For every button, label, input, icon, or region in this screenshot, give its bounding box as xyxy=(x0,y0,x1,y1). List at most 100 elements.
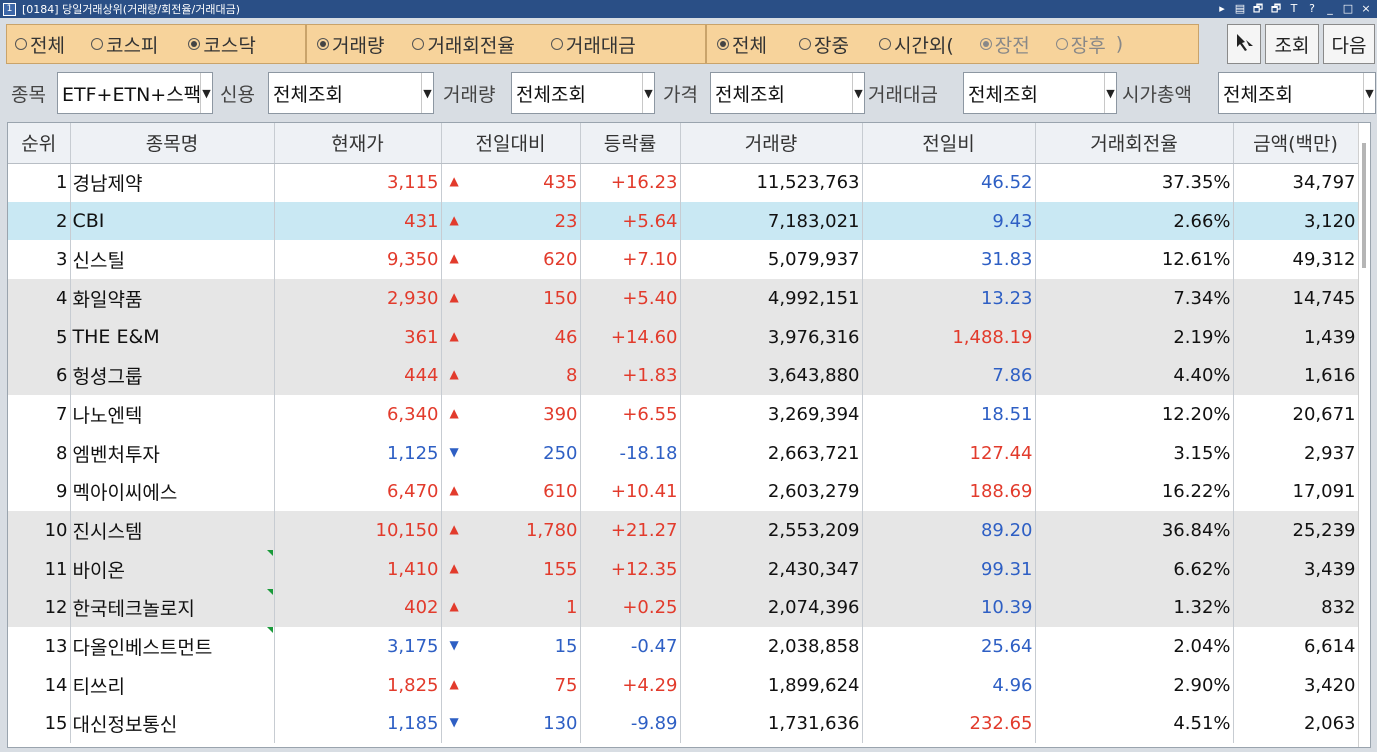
font-icon[interactable]: T xyxy=(1287,1,1301,16)
marketcap-filter-select[interactable]: 전체조회 ▼ xyxy=(1218,72,1376,114)
minimize-icon[interactable]: _ xyxy=(1323,1,1337,16)
close-icon[interactable]: × xyxy=(1359,1,1373,16)
cell-name[interactable]: 헝셩그룹 xyxy=(70,356,275,396)
col-header-turnover[interactable]: 거래회전율 xyxy=(1035,123,1234,164)
radio-market-kosdaq[interactable]: 코스닥 xyxy=(188,31,256,58)
table-row[interactable]: 2 CBI 431 ▲ 23 +5.64 7,183,021 9.43 2.66% 3,120 xyxy=(8,201,1359,241)
cell-rank: 1 xyxy=(8,163,71,202)
amount-filter-label: 거래대금 xyxy=(868,84,938,106)
cell-rank: 11 xyxy=(8,549,71,589)
cell-name[interactable]: 티쓰리 xyxy=(70,665,275,705)
cell-prev-ratio: 13.23 xyxy=(862,279,1036,318)
radio-session-pre[interactable]: 장전 xyxy=(979,31,1030,58)
cell-name[interactable]: 화일약품 xyxy=(70,279,275,318)
amount-filter-select[interactable]: 전체조회 ▼ xyxy=(963,72,1117,114)
radio-sort-amount[interactable]: 거래대금 xyxy=(550,31,636,58)
expand-arrow-icon[interactable]: ▸ xyxy=(1215,1,1229,16)
radio-session-afterhours[interactable]: 시간외( xyxy=(878,31,954,58)
radio-market-all[interactable]: 전체 xyxy=(15,31,65,58)
cell-name[interactable]: THE E&M xyxy=(70,317,275,357)
table-row[interactable]: 6 헝셩그룹 444 ▲ 8 +1.83 3,643,880 7.86 4.40% 1,616 xyxy=(8,356,1359,396)
cell-change: ▲ 155 xyxy=(441,549,581,589)
cell-name[interactable]: 멕아이씨에스 xyxy=(70,472,275,512)
cell-rank: 9 xyxy=(8,472,71,512)
cell-price: 444 xyxy=(274,356,442,396)
cell-rank: 13 xyxy=(8,627,71,666)
cell-amount: 3,439 xyxy=(1233,549,1359,589)
vertical-scrollbar[interactable] xyxy=(1358,123,1370,747)
link-icon[interactable]: 🗗 xyxy=(1251,1,1265,16)
cell-price: 6,340 xyxy=(274,395,442,434)
radio-sort-volume[interactable]: 거래량 xyxy=(317,31,384,58)
cell-volume: 3,269,394 xyxy=(680,395,863,434)
price-filter-select[interactable]: 전체조회 ▼ xyxy=(710,72,865,114)
table-row[interactable]: 8 엠벤처투자 1,125 ▼ 250 -18.18 2,663,721 127.44 3.15… xyxy=(8,433,1359,473)
cell-name[interactable]: 진시스템 xyxy=(70,511,275,550)
table-row[interactable]: 11 바이온 1,410 ▲ 155 +12.35 2,430,347 99.31 6.62% 3… xyxy=(8,549,1359,589)
scrollbar-thumb[interactable] xyxy=(1362,143,1366,268)
maximize-icon[interactable]: □ xyxy=(1341,1,1355,16)
copy-window-icon[interactable]: 🗗 xyxy=(1269,1,1283,16)
query-button[interactable]: 조회 xyxy=(1265,24,1319,64)
cell-name[interactable]: CBI xyxy=(70,201,275,241)
radio-session-regular[interactable]: 장중 xyxy=(798,31,849,58)
layout-icon[interactable]: ▤ xyxy=(1233,1,1247,16)
market-filter-group: 전체 코스피 코스닥 xyxy=(6,24,306,64)
col-header-change[interactable]: 전일대비 xyxy=(441,123,581,164)
table-row[interactable]: 4 화일약품 2,930 ▲ 150 +5.40 4,992,151 13.23 7.34% 14… xyxy=(8,279,1359,318)
cell-volume: 11,523,763 xyxy=(680,163,863,202)
cell-prev-ratio: 188.69 xyxy=(862,472,1036,512)
cell-name[interactable]: 대신정보통신 xyxy=(70,704,275,744)
col-header-volume[interactable]: 거래량 xyxy=(680,123,863,164)
item-filter-select[interactable]: ETF+ETN+스팩 제외▼ xyxy=(57,72,213,114)
up-triangle-icon: ▲ xyxy=(449,560,459,575)
cell-turnover: 4.51% xyxy=(1035,704,1234,744)
table-row[interactable]: 5 THE E&M 361 ▲ 46 +14.60 3,976,316 1,488.19 2.1… xyxy=(8,317,1359,357)
cell-change: ▲ 435 xyxy=(441,163,581,202)
radio-icon xyxy=(979,38,992,50)
table-row[interactable]: 3 신스틸 9,350 ▲ 620 +7.10 5,079,937 31.83 12.61% 49… xyxy=(8,240,1359,280)
col-header-price[interactable]: 현재가 xyxy=(274,123,442,164)
table-row[interactable]: 12 한국테크놀로지 402 ▲ 1 +0.25 2,074,396 10.39 1.32% 83… xyxy=(8,588,1359,628)
cell-turnover: 7.34% xyxy=(1035,279,1234,318)
table-row[interactable]: 9 멕아이씨에스 6,470 ▲ 610 +10.41 2,603,279 188.69 16.… xyxy=(8,472,1359,512)
col-header-amount[interactable]: 금액(백만) xyxy=(1233,123,1359,164)
col-header-name[interactable]: 종목명 xyxy=(70,123,275,164)
col-header-prev-ratio[interactable]: 전일비 xyxy=(862,123,1036,164)
cell-name[interactable]: 한국테크놀로지 xyxy=(70,588,275,628)
up-triangle-icon: ▲ xyxy=(449,599,459,614)
cell-name[interactable]: 다올인베스트먼트 xyxy=(70,627,275,666)
table-row[interactable]: 14 티쓰리 1,825 ▲ 75 +4.29 1,899,624 4.96 2.90% 3,42… xyxy=(8,665,1359,705)
cell-name[interactable]: 엠벤처투자 xyxy=(70,433,275,473)
radio-session-all[interactable]: 전체 xyxy=(717,31,767,58)
up-triangle-icon: ▲ xyxy=(449,174,459,189)
table-row[interactable]: 1 경남제약 3,115 ▲ 435 +16.23 11,523,763 46.52 37.35… xyxy=(8,163,1359,202)
radio-market-kospi[interactable]: 코스피 xyxy=(90,31,158,58)
cell-name[interactable]: 신스틸 xyxy=(70,240,275,280)
col-header-rank[interactable]: 순위 xyxy=(8,123,71,164)
table-row[interactable]: 13 다올인베스트먼트 3,175 ▼ 15 -0.47 2,038,858 25.64 2.0… xyxy=(8,627,1359,666)
next-button[interactable]: 다음 xyxy=(1323,24,1375,64)
price-filter-label: 가격 xyxy=(663,84,698,106)
volume-filter-select[interactable]: 전체조회 ▼ xyxy=(511,72,655,114)
radio-sort-turnover[interactable]: 거래회전율 xyxy=(412,31,515,58)
table-row[interactable]: 7 나노엔텍 6,340 ▲ 390 +6.55 3,269,394 18.51 12.20% 2… xyxy=(8,395,1359,434)
help-icon[interactable]: ? xyxy=(1305,1,1319,16)
cell-rate: +21.27 xyxy=(580,511,681,550)
cell-volume: 2,603,279 xyxy=(680,472,863,512)
cell-rate: +0.25 xyxy=(580,588,681,628)
cell-name[interactable]: 나노엔텍 xyxy=(70,395,275,434)
table-row[interactable]: 10 진시스템 10,150 ▲ 1,780 +21.27 2,553,209 89.20 36… xyxy=(8,511,1359,550)
col-header-rate[interactable]: 등락률 xyxy=(580,123,681,164)
cell-amount: 6,614 xyxy=(1233,627,1359,666)
credit-filter-label: 신용 xyxy=(220,84,255,106)
credit-filter-select[interactable]: 전체조회 ▼ xyxy=(268,72,434,114)
settings-button[interactable] xyxy=(1227,24,1261,64)
up-triangle-icon: ▲ xyxy=(449,212,459,227)
cell-name[interactable]: 경남제약 xyxy=(70,163,275,202)
cell-name[interactable]: 바이온 xyxy=(70,549,275,589)
cell-change: ▲ 8 xyxy=(441,356,581,396)
sort-filter-group: 거래량 거래회전율 거래대금 xyxy=(306,24,706,64)
radio-session-post[interactable]: 장후 xyxy=(1055,31,1106,58)
table-row[interactable]: 15 대신정보통신 1,185 ▼ 130 -9.89 1,731,636 232.65 4.5… xyxy=(8,704,1359,744)
